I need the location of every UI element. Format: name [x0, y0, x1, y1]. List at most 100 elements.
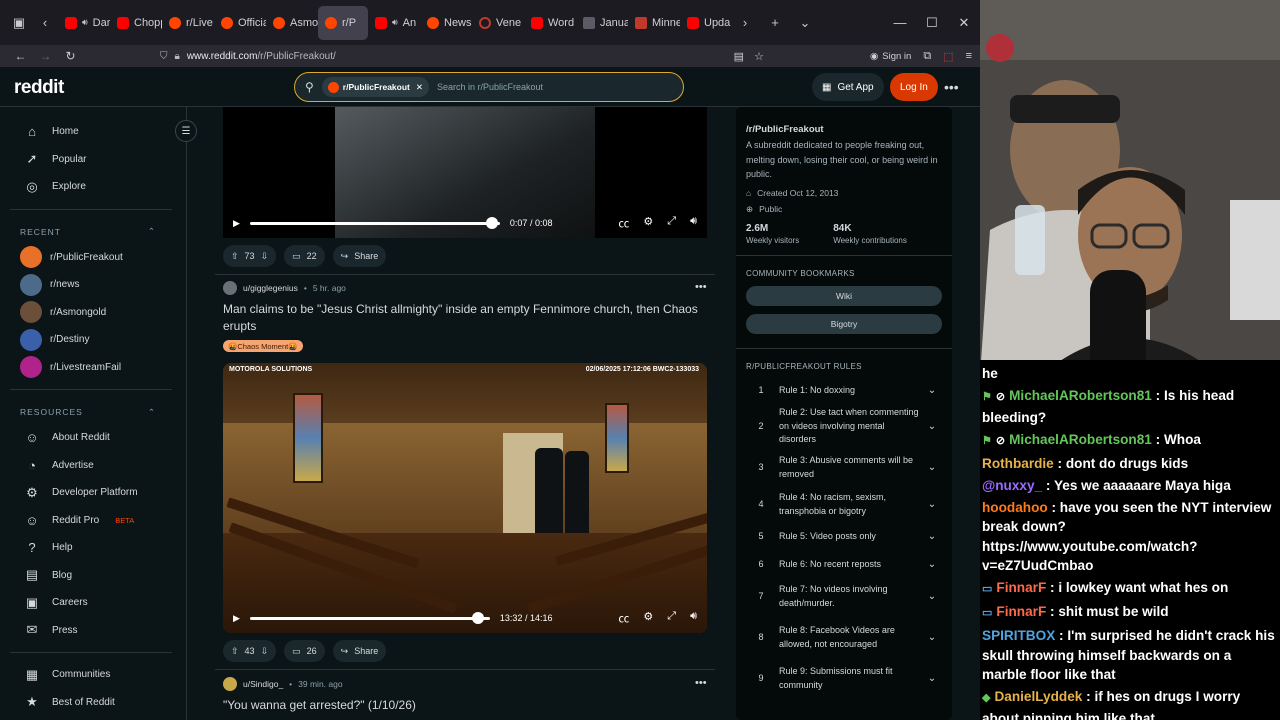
community-name[interactable]: /r/PublicFreakout — [746, 124, 942, 135]
close-window-icon[interactable]: ✕ — [948, 0, 980, 45]
settings-gear-icon[interactable]: ⚙ — [643, 610, 653, 626]
browser-tab[interactable]: Vene — [472, 6, 524, 40]
chevron-down-icon[interactable]: ⌄ — [922, 461, 942, 475]
fullscreen-icon[interactable]: ⤢ — [667, 610, 676, 626]
sidebar-item-about-reddit[interactable]: ☺ About Reddit — [0, 424, 186, 452]
browser-tab[interactable]: Upda — [680, 6, 732, 40]
chevron-down-icon[interactable]: ⌄ — [922, 672, 942, 686]
play-icon[interactable]: ▶ — [233, 613, 240, 624]
speaker-icon[interactable]: 🔊︎ — [392, 17, 398, 28]
chevron-down-icon[interactable]: ⌄ — [922, 590, 942, 604]
post-options-icon[interactable]: ••• — [695, 281, 707, 293]
post-options-icon[interactable]: ••• — [695, 677, 707, 689]
sidebar-item-communities[interactable]: ▦ Communities — [0, 661, 186, 689]
minimize-icon[interactable]: — — [884, 0, 916, 45]
downvote-icon[interactable]: ⇩ — [261, 251, 269, 262]
sidebar-item-press[interactable]: ✉ Press — [0, 617, 186, 645]
browser-tab[interactable]: 🔊︎ An Int — [368, 6, 420, 40]
sidebar-item-advertise[interactable]: ◔ Advertise — [0, 452, 186, 480]
sidebar-item-best-of-reddit[interactable]: ★ Best of Reddit — [0, 689, 186, 717]
post-author[interactable]: u/gigglegenius — [243, 283, 298, 293]
browser-tab[interactable]: r/P — [318, 5, 368, 40]
rule-item[interactable]: 7 Rule 7: No videos involving death/murde… — [746, 578, 942, 615]
sidebar-item-careers[interactable]: ▣ Careers — [0, 589, 186, 617]
recent-community-item[interactable]: r/PublicFreakout — [0, 244, 186, 272]
play-icon[interactable]: ▶ — [233, 218, 240, 229]
maximize-icon[interactable]: ☐ — [916, 0, 948, 45]
sidebar-item-blog[interactable]: ▤ Blog — [0, 562, 186, 590]
user-avatar[interactable] — [223, 281, 237, 295]
chat-username[interactable]: SPIRITBOX — [982, 628, 1055, 643]
rule-item[interactable]: 9 Rule 9: Submissions must fit community ⌄ — [746, 660, 942, 697]
rule-item[interactable]: 2 Rule 2: Use tact when commenting on vid… — [746, 404, 942, 449]
sidebar-item-popular[interactable]: ➚ Popular — [0, 146, 186, 174]
browser-tab[interactable]: Word — [524, 6, 576, 40]
recent-community-item[interactable]: r/news — [0, 271, 186, 299]
chevron-down-icon[interactable]: ⌄ — [922, 558, 942, 572]
new-tab-icon[interactable]: + — [762, 10, 788, 36]
chevron-down-icon[interactable]: ⌄ — [922, 420, 942, 434]
browser-tab[interactable]: News — [420, 6, 472, 40]
browser-tab[interactable]: 🔊︎ Dark S — [58, 6, 110, 40]
chevron-down-icon[interactable]: ⌄ — [922, 631, 942, 645]
get-app-button[interactable]: ▦ Get App — [812, 73, 884, 101]
rule-item[interactable]: 6 Rule 6: No recent reposts ⌄ — [746, 551, 942, 579]
comments-button[interactable]: ▭ 22 — [284, 245, 325, 267]
fullscreen-icon[interactable]: ⤢ — [667, 215, 676, 231]
reader-view-icon[interactable]: ▤ — [734, 50, 744, 63]
tab-list-icon[interactable]: ▣ — [6, 10, 32, 36]
sidebar-item-explore[interactable]: ◎ Explore — [0, 173, 186, 201]
recent-community-item[interactable]: r/Asmongold — [0, 299, 186, 327]
chat-username[interactable]: MichaelARobertson81 — [1009, 432, 1152, 447]
log-in-button[interactable]: Log In — [890, 73, 938, 101]
more-options-icon[interactable]: ••• — [944, 79, 959, 95]
chat-username[interactable]: FinnarF — [996, 604, 1046, 619]
rule-item[interactable]: 8 Rule 8: Facebook Videos are allowed, no… — [746, 615, 942, 660]
downvote-icon[interactable]: ⇩ — [261, 646, 269, 657]
bookmark-bigotry[interactable]: Bigotry — [746, 313, 942, 334]
resources-header[interactable]: RESOURCES ⌃ — [0, 400, 186, 424]
rule-item[interactable]: 1 Rule 1: No doxxing ⌄ — [746, 377, 942, 405]
browser-tab[interactable]: Chopp — [110, 6, 162, 40]
browser-tab[interactable]: r/Live — [162, 6, 214, 40]
captions-icon[interactable]: ㏄ — [618, 215, 629, 231]
forward-icon[interactable]: → — [33, 49, 58, 63]
scroll-tabs-right-icon[interactable]: › — [732, 10, 758, 36]
chat-username[interactable]: DanielLyddek — [994, 689, 1082, 704]
video-player[interactable]: MOTOROLA SOLUTIONS 02/06/2025 17:12:06 B… — [223, 363, 707, 633]
reddit-logo[interactable]: reddit — [14, 77, 64, 99]
comments-button[interactable]: ▭ 26 — [284, 640, 325, 662]
back-icon[interactable]: ← — [8, 49, 33, 63]
sidebar-item-home[interactable]: ⌂ Home — [0, 118, 186, 146]
chat-username[interactable]: hoodahoo — [982, 500, 1048, 515]
rule-item[interactable]: 4 Rule 4: No racism, sexism, transphobia … — [746, 486, 942, 523]
tab-overflow-chevron-icon[interactable]: ⌄ — [792, 10, 818, 36]
settings-gear-icon[interactable]: ⚙ — [643, 215, 653, 231]
chevron-down-icon[interactable]: ⌄ — [922, 498, 942, 512]
reload-icon[interactable]: ↻ — [58, 49, 83, 63]
upvote-icon[interactable]: ⇧ — [231, 646, 239, 657]
sidebar-item-help[interactable]: ? Help — [0, 534, 186, 562]
recent-header[interactable]: RECENT ⌃ — [0, 220, 186, 244]
bookmark-star-icon[interactable]: ☆ — [754, 50, 764, 63]
post-author[interactable]: u/Sindigo_ — [243, 679, 283, 689]
addon-icon[interactable]: ⬚ — [943, 50, 953, 63]
upvote-icon[interactable]: ⇧ — [231, 251, 239, 262]
user-avatar[interactable] — [223, 677, 237, 691]
share-button[interactable]: ↪ Share — [332, 245, 387, 267]
seek-knob[interactable] — [471, 611, 484, 624]
browser-tab[interactable]: Officia — [214, 6, 266, 40]
seek-bar[interactable] — [249, 611, 490, 624]
tracking-protection-icon[interactable]: ⛉ — [160, 51, 168, 62]
captions-icon[interactable]: ㏄ — [618, 610, 629, 626]
recent-community-item[interactable]: r/LivestreamFail — [0, 354, 186, 382]
seek-knob[interactable] — [486, 216, 499, 229]
volume-icon[interactable]: 🔊︎ — [690, 610, 697, 626]
sign-in-button[interactable]: ◉ Sign in — [870, 51, 911, 62]
share-button[interactable]: ↪ Share — [332, 640, 387, 662]
sidebar-item-reddit-pro[interactable]: ☺ Reddit Pro BETA — [0, 507, 186, 535]
address-bar[interactable]: ⛉ 🔒︎ www.reddit.com/r/PublicFreakout/ — [160, 45, 336, 67]
bookmark-wiki[interactable]: Wiki — [746, 285, 942, 306]
speaker-icon[interactable]: 🔊︎ — [82, 17, 88, 28]
rule-item[interactable]: 5 Rule 5: Video posts only ⌄ — [746, 523, 942, 551]
